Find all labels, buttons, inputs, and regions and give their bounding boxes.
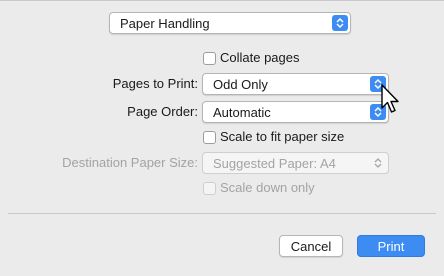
- up-down-chevron-icon: [332, 15, 348, 31]
- up-down-chevron-icon: [370, 155, 386, 171]
- scale-down-only-label: Scale down only: [220, 180, 315, 195]
- pages-to-print-popup[interactable]: Odd Only: [202, 73, 389, 95]
- footer-separator: [8, 213, 436, 214]
- destination-paper-size-value: Suggested Paper: A4: [213, 156, 336, 171]
- section-popup[interactable]: Paper Handling: [109, 12, 351, 34]
- page-order-popup[interactable]: Automatic: [202, 101, 389, 123]
- collate-pages-label: Collate pages: [220, 50, 300, 65]
- scale-to-fit-label: Scale to fit paper size: [220, 129, 345, 144]
- page-order-label: Page Order:: [127, 104, 198, 119]
- destination-paper-size-popup[interactable]: Suggested Paper: A4: [202, 152, 389, 174]
- destination-paper-size-label: Destination Paper Size:: [62, 155, 198, 170]
- print-button[interactable]: Print: [357, 235, 425, 257]
- page-order-value: Automatic: [213, 105, 271, 120]
- pages-to-print-value: Odd Only: [213, 77, 268, 92]
- scale-down-only-checkbox[interactable]: [203, 182, 216, 195]
- pages-to-print-label: Pages to Print:: [112, 76, 198, 91]
- mouse-pointer-icon: [381, 84, 399, 113]
- cancel-button[interactable]: Cancel: [279, 235, 343, 257]
- scale-to-fit-checkbox[interactable]: [203, 131, 216, 144]
- section-popup-value: Paper Handling: [120, 16, 210, 31]
- window-top-border: [0, 0, 444, 1]
- collate-pages-checkbox[interactable]: [203, 52, 216, 65]
